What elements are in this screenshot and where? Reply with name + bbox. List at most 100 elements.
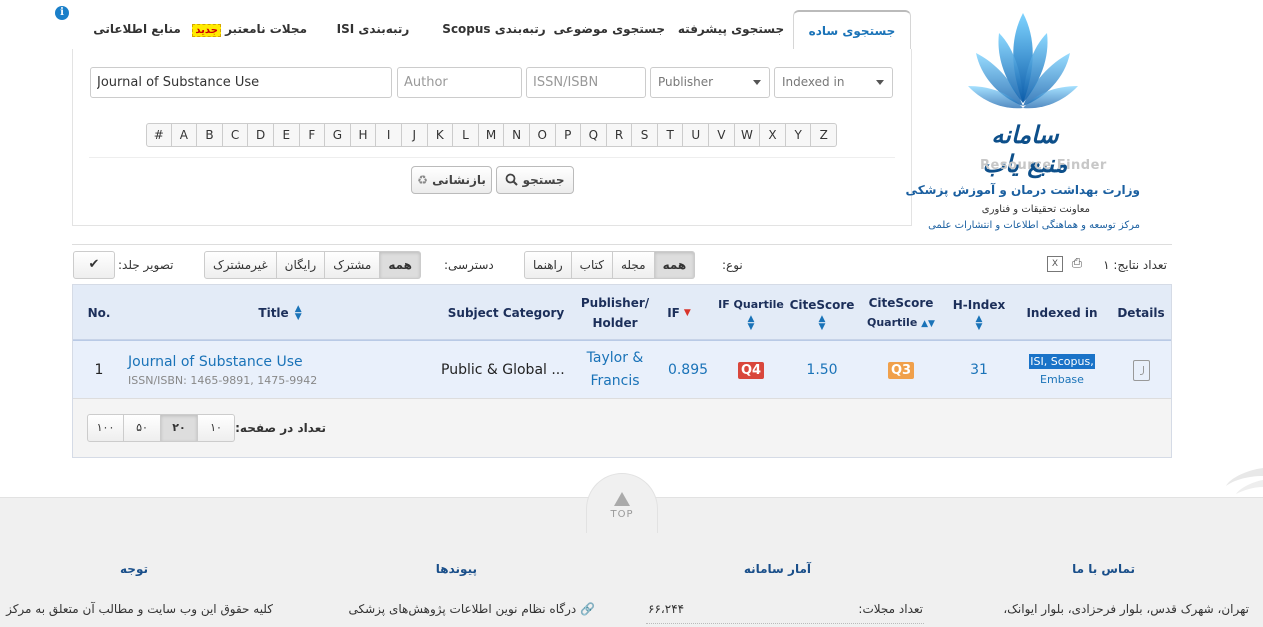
col-citescore-quartile-sub: Quartile ▲▼ xyxy=(867,313,935,333)
cell-if-quartile: Q4 xyxy=(713,341,789,399)
alphabet-letter[interactable]: T xyxy=(657,123,684,147)
access-option[interactable]: همه xyxy=(380,251,421,279)
publisher-line2: Francis xyxy=(590,373,640,389)
journal-issn: ISSN/ISBN: 1465-9891, 1475-9942 xyxy=(128,373,318,387)
alphabet-letter[interactable]: E xyxy=(273,123,300,147)
footer-contact-text: تهران، شهرک قدس، بلوار فرحزادی، بلوار ای… xyxy=(1003,602,1249,616)
tab-simple-search[interactable]: جستجوی ساده xyxy=(793,10,911,51)
alphabet-letter[interactable]: Z xyxy=(811,123,838,147)
tab-invalid-journals-label: مجلات نامعتبر xyxy=(225,22,307,36)
chevron-down-icon xyxy=(876,80,884,85)
alphabet-letter[interactable]: F xyxy=(299,123,326,147)
alphabet-letter[interactable]: B xyxy=(197,123,223,147)
col-citescore[interactable]: CiteScore ▲ ▼ xyxy=(789,285,855,340)
arrow-up-icon xyxy=(614,492,630,506)
alphabet-letter[interactable]: R xyxy=(606,123,633,147)
alphabet-letter[interactable]: G xyxy=(325,123,351,147)
type-option[interactable]: راهنما xyxy=(524,251,572,279)
alphabet-letter[interactable]: # xyxy=(146,123,172,147)
cell-citescore-quartile: Q3 xyxy=(859,341,943,399)
alphabet-letter[interactable]: M xyxy=(478,123,505,147)
alphabet-letter[interactable]: J xyxy=(401,123,428,147)
alphabet-letter[interactable]: D xyxy=(248,123,274,147)
publisher-select[interactable]: Publisher xyxy=(650,67,770,98)
alphabet-letter[interactable]: K xyxy=(427,123,454,147)
col-if[interactable]: IF ▼ xyxy=(653,285,705,340)
access-option[interactable]: رایگان xyxy=(276,251,326,279)
access-option[interactable]: غیرمشترک xyxy=(204,251,277,279)
results-table: No. Title ▲ ▼ Subject Category Publisher/ … xyxy=(72,284,1172,458)
type-option[interactable]: کتاب xyxy=(571,251,613,279)
cell-indexed: ISI, Scopus, Embase xyxy=(1015,341,1109,399)
page-size-option[interactable]: ۵۰ xyxy=(124,414,161,442)
excel-icon[interactable]: X xyxy=(1047,256,1063,272)
page-size-option[interactable]: ۲۰ xyxy=(161,414,198,442)
col-citescore-quartile-label: CiteScore xyxy=(868,295,934,310)
sort-desc-icon: ▼ xyxy=(683,307,691,318)
reset-button[interactable]: بازنشانی ♻ xyxy=(411,166,492,194)
sort-icon: ▲▼ xyxy=(747,313,755,332)
page-size-option[interactable]: ۱۰۰ xyxy=(87,414,124,442)
col-details: Details xyxy=(1109,285,1173,340)
col-citescore-label: CiteScore xyxy=(789,297,855,312)
col-title[interactable]: Title ▲ ▼ xyxy=(125,285,435,340)
lotus-logo-icon xyxy=(968,13,1078,109)
divider xyxy=(646,623,924,624)
alphabet-letter[interactable]: Y xyxy=(785,123,812,147)
back-to-top-button[interactable]: TOP xyxy=(586,473,658,533)
recycle-icon: ♻ xyxy=(417,173,428,187)
author-input[interactable] xyxy=(397,67,522,98)
tab-isi-ranking[interactable]: رتبه‌بندی ISI xyxy=(323,10,423,50)
alphabet-letter[interactable]: A xyxy=(171,123,198,147)
type-option[interactable]: همه xyxy=(654,251,696,279)
sort-icon: ▲▼ xyxy=(921,318,935,329)
col-citescore-quartile[interactable]: CiteScore Quartile ▲▼ xyxy=(859,285,943,340)
access-option[interactable]: مشترک xyxy=(325,251,381,279)
deputy-name: معاونت تحقیقات و فناوری xyxy=(981,204,1090,215)
page-size-option[interactable]: ۱۰ xyxy=(198,414,235,442)
col-no: No. xyxy=(73,285,125,340)
title-input[interactable] xyxy=(90,67,392,98)
alphabet-letter[interactable]: S xyxy=(632,123,658,147)
col-publisher: Publisher/ Holder xyxy=(577,285,653,340)
alphabet-letter[interactable]: H xyxy=(350,123,377,147)
indexed-in-select[interactable]: Indexed in xyxy=(774,67,893,98)
tab-invalid-journals[interactable]: مجلات نامعتبر جدید xyxy=(192,10,307,50)
col-indexed: Indexed in xyxy=(1015,285,1109,340)
type-option[interactable]: مجله xyxy=(612,251,655,279)
print-icon[interactable]: ⎙ xyxy=(1069,256,1085,272)
info-icon[interactable]: i xyxy=(55,6,69,20)
cover-image-label: تصویر جلد: xyxy=(118,258,174,272)
alphabet-letter[interactable]: N xyxy=(504,123,530,147)
tab-advanced-search[interactable]: جستجوی پیشرفته xyxy=(677,10,785,50)
col-hindex[interactable]: H-Index ▲ ▼ xyxy=(943,285,1015,340)
tab-resources[interactable]: منابع اطلاعاتی xyxy=(87,10,187,50)
alphabet-letter[interactable]: C xyxy=(222,123,249,147)
tab-subject-search[interactable]: جستجوی موضوعی xyxy=(553,10,665,50)
alphabet-letter[interactable]: V xyxy=(709,123,735,147)
document-icon[interactable] xyxy=(1132,359,1150,381)
tab-scopus-ranking[interactable]: رتبه‌بندی Scopus xyxy=(439,10,549,50)
sort-icon: ▲▼ xyxy=(818,313,826,332)
cell-publisher[interactable]: Taylor & Francis xyxy=(577,341,653,399)
col-if-quartile[interactable]: IF Quartile ▲ ▼ xyxy=(713,285,789,340)
alphabet-letter[interactable]: U xyxy=(683,123,710,147)
footer-link[interactable]: 🔗 درگاه نظام نوین اطلاعات پژوهش‌های پزشک… xyxy=(349,602,596,616)
alphabet-letter[interactable]: I xyxy=(376,123,402,147)
alphabet-letter[interactable]: W xyxy=(734,123,761,147)
journal-title-link[interactable]: Journal of Substance Use xyxy=(128,354,303,370)
alphabet-letter[interactable]: Q xyxy=(581,123,607,147)
issn-input[interactable] xyxy=(526,67,646,98)
alphabet-letter[interactable]: L xyxy=(453,123,479,147)
page-size-label: تعداد در صفحه: xyxy=(235,421,326,435)
footer-link-label: درگاه نظام نوین اطلاعات پژوهش‌های پزشکی xyxy=(348,602,577,616)
alphabet-letter[interactable]: P xyxy=(555,123,582,147)
alphabet-letter[interactable]: X xyxy=(760,123,786,147)
col-no-label: No. xyxy=(87,305,111,320)
col-if-quartile-label: IF Quartile xyxy=(718,297,784,311)
decorative-swirl-icon xyxy=(1226,468,1263,494)
alphabet-letter[interactable]: O xyxy=(529,123,556,147)
search-button[interactable]: جستجو xyxy=(496,166,574,194)
cover-toggle-button[interactable]: ✔ xyxy=(73,251,115,279)
cell-details[interactable] xyxy=(1109,341,1173,399)
